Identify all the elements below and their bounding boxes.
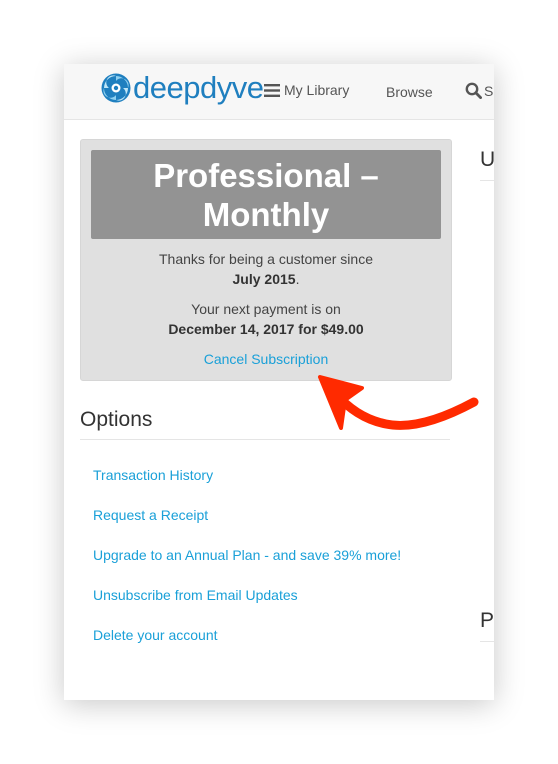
options-heading: Options (80, 408, 153, 431)
logo-wordmark: deepdyve (133, 70, 264, 105)
customer-since-date: July 2015 (232, 271, 296, 287)
customer-since-suffix: . (295, 271, 300, 287)
right-column-divider-bottom (480, 641, 494, 642)
nav-my-library-label: My Library (284, 82, 350, 98)
unsubscribe-email-link[interactable]: Unsubscribe from Email Updates (93, 587, 298, 603)
site-header: deepdyve My Library Browse S (64, 64, 494, 120)
red-arrow-icon (318, 375, 479, 430)
deepdyve-swirl-icon (101, 73, 131, 103)
nav-search-label: S (484, 82, 494, 99)
hamburger-icon (264, 83, 280, 97)
upgrade-annual-plan-link[interactable]: Upgrade to an Annual Plan - and save 39%… (93, 547, 401, 563)
transaction-history-link[interactable]: Transaction History (93, 467, 213, 483)
subscription-card: Professional – Monthly Thanks for being … (80, 139, 452, 381)
cancel-subscription-link[interactable]: Cancel Subscription (81, 351, 451, 367)
plan-title-line1: Professional – (153, 156, 379, 194)
request-receipt-link[interactable]: Request a Receipt (93, 507, 208, 523)
customer-since-prefix: Thanks for being a customer since (159, 251, 373, 267)
nav-browse[interactable]: Browse (386, 84, 433, 100)
nav-my-library[interactable]: My Library (264, 82, 349, 98)
deepdyve-logo[interactable]: deepdyve (100, 70, 264, 105)
delete-account-link[interactable]: Delete your account (93, 627, 218, 643)
next-payment-prefix: Your next payment is on (191, 301, 341, 317)
nav-search[interactable]: S (465, 82, 493, 99)
plan-title-line2: Monthly (202, 195, 330, 233)
plan-title: Professional – Monthly (91, 150, 441, 239)
right-column-divider-top (480, 180, 494, 181)
right-column-heading-top: U (480, 148, 494, 171)
search-icon (465, 82, 482, 99)
right-column-heading-bottom: P (480, 609, 494, 632)
customer-since-text: Thanks for being a customer since July 2… (81, 249, 451, 289)
next-payment-text: Your next payment is on December 14, 201… (81, 299, 451, 339)
next-payment-detail: December 14, 2017 for $49.00 (168, 321, 364, 337)
